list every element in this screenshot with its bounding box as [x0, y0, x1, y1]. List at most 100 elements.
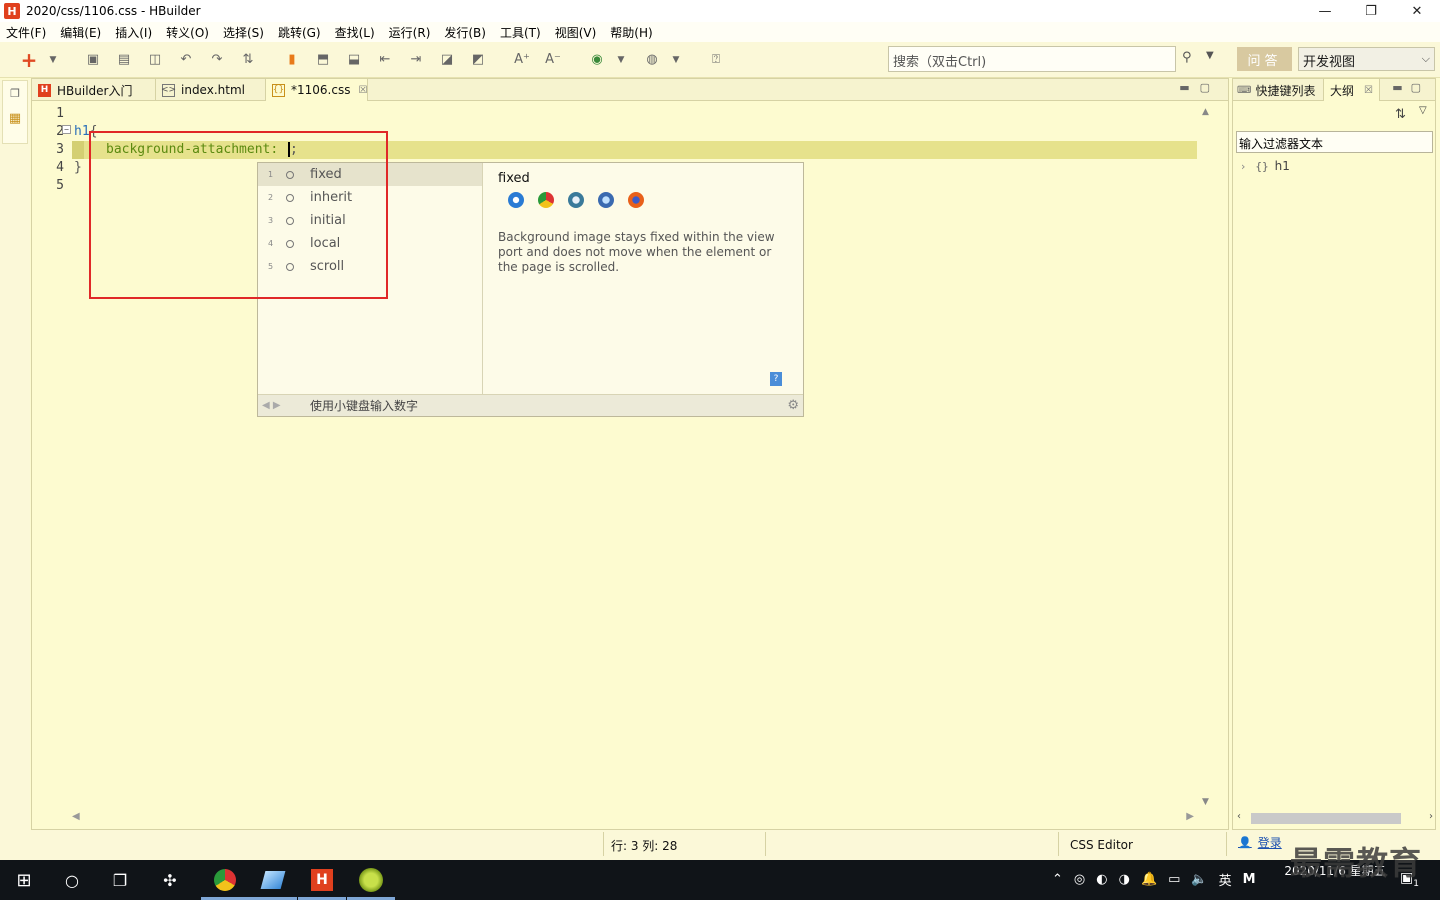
menu-escape[interactable]: 转义(O) — [166, 24, 209, 41]
search-input[interactable]: 搜索（双击Ctrl) — [888, 46, 1176, 72]
menu-insert[interactable]: 插入(I) — [115, 24, 152, 41]
restore-button[interactable]: ❐ — [1348, 0, 1394, 22]
tab-hbuilder-intro[interactable]: H HBuilder入门 — [32, 79, 156, 101]
menu-help[interactable]: 帮助(H) — [610, 24, 652, 41]
expand-chevron-icon[interactable]: › — [1241, 160, 1245, 173]
restore-panel-icon[interactable]: ❐ — [6, 87, 24, 105]
menu-view[interactable]: 视图(V) — [555, 24, 597, 41]
maximize-panel-icon[interactable]: ▢ — [1200, 81, 1220, 94]
undo-icon[interactable]: ↶ — [175, 49, 197, 71]
indent-icon[interactable]: ⇥ — [405, 49, 427, 71]
menu-publish[interactable]: 发行(B) — [444, 24, 486, 41]
autocomplete-item-inherit[interactable]: 2 inherit — [258, 186, 482, 209]
tab-1106-css[interactable]: {} *1106.css ☒ — [266, 79, 368, 101]
outline-tree-item[interactable]: › {} h1 — [1241, 159, 1290, 173]
chrome-icon[interactable] — [211, 866, 239, 894]
scroll-left-icon[interactable]: ‹ — [1237, 811, 1241, 822]
qa-button[interactable]: 问答 — [1237, 47, 1292, 71]
help-book-icon[interactable]: ⍰ — [705, 49, 727, 71]
comment-icon[interactable]: ◪ — [436, 49, 458, 71]
browser-dropdown-icon[interactable]: ▼ — [665, 49, 687, 71]
font-decrease-icon[interactable]: A⁻ — [542, 49, 564, 71]
task-view-icon[interactable]: ❐ — [106, 866, 134, 894]
m-app-icon[interactable]: M — [1243, 872, 1256, 887]
scroll-left-icon[interactable]: ◀ — [72, 811, 80, 822]
new-file-icon[interactable]: + — [18, 48, 40, 72]
menu-file[interactable]: 文件(F) — [6, 24, 46, 41]
menu-goto[interactable]: 跳转(G) — [278, 24, 321, 41]
save-icon[interactable]: ▣ — [82, 49, 104, 71]
qq-icon[interactable]: ◐ — [1096, 872, 1107, 887]
help-book-icon[interactable]: ? — [770, 372, 782, 386]
autocomplete-item-local[interactable]: 4 local — [258, 232, 482, 255]
tab-shortcut-list[interactable]: ⌨ 快捷键列表 — [1237, 79, 1315, 101]
minimize-panel-icon[interactable]: ▬ — [1179, 81, 1199, 94]
menu-find[interactable]: 查找(L) — [335, 24, 375, 41]
hbuilder-file-icon: H — [38, 83, 51, 97]
scrollbar-thumb[interactable] — [1251, 813, 1401, 824]
autocomplete-nav-arrows-icon[interactable]: ◀ ▶ — [262, 400, 310, 411]
horizontal-scrollbar[interactable]: ◀ ▶ — [68, 811, 1198, 825]
search-icon[interactable]: ○ — [58, 866, 86, 894]
scroll-right-icon[interactable]: ▶ — [1186, 811, 1194, 822]
save-all-icon[interactable]: ▤ — [113, 49, 135, 71]
close-tab-icon[interactable]: ☒ — [358, 85, 367, 96]
network-icon[interactable]: ▭ — [1168, 872, 1180, 887]
wechat-icon[interactable]: ◎ — [1074, 872, 1085, 887]
windows-start-icon[interactable]: ⊞ — [10, 866, 38, 894]
qq-icon-2[interactable]: ◑ — [1119, 872, 1130, 887]
uncomment-icon[interactable]: ◩ — [467, 49, 489, 71]
outline-filter-input[interactable]: 输入过滤器文本 — [1236, 131, 1433, 153]
next-bookmark-icon[interactable]: ⬓ — [343, 49, 365, 71]
run-dropdown-icon[interactable]: ▼ — [610, 49, 632, 71]
autocomplete-item-scroll[interactable]: 5 scroll — [258, 255, 482, 278]
minimize-button[interactable]: — — [1302, 0, 1348, 22]
green-app-icon[interactable] — [357, 866, 385, 894]
ime-indicator[interactable]: 英 — [1219, 870, 1232, 889]
outdent-icon[interactable]: ⇤ — [374, 49, 396, 71]
menu-edit[interactable]: 编辑(E) — [60, 24, 101, 41]
outline-horizontal-scrollbar[interactable]: ‹ › — [1237, 811, 1433, 825]
gear-icon[interactable]: ⚙ — [787, 398, 799, 413]
redo-icon[interactable]: ↷ — [206, 49, 228, 71]
prev-bookmark-icon[interactable]: ⬒ — [312, 49, 334, 71]
hbuilder-taskbar-icon[interactable]: H — [308, 866, 336, 894]
scroll-right-icon[interactable]: › — [1429, 811, 1433, 822]
login-link[interactable]: 👤 登录 — [1238, 834, 1282, 851]
project-explorer-icon[interactable]: ▦ — [6, 111, 24, 129]
autocomplete-item-fixed[interactable]: 1 fixed — [258, 163, 482, 186]
minimize-panel-icon[interactable]: ▬ — [1392, 81, 1410, 94]
bell-icon[interactable]: 🔔 — [1141, 872, 1157, 887]
menu-run[interactable]: 运行(R) — [389, 24, 431, 41]
bookmark-icon[interactable]: ▮ — [281, 49, 303, 71]
item-label: initial — [310, 213, 346, 228]
volume-icon[interactable]: 🔈 — [1191, 872, 1207, 887]
value-icon — [286, 170, 294, 179]
autocomplete-item-initial[interactable]: 3 initial — [258, 209, 482, 232]
search-dropdown-icon[interactable]: ▼ — [1206, 50, 1214, 61]
browser-icon[interactable]: ◍ — [641, 49, 663, 71]
sort-icon[interactable]: ⇅ — [1395, 107, 1406, 122]
close-button[interactable]: ✕ — [1394, 0, 1440, 22]
search-icon[interactable]: ⚲ — [1182, 50, 1192, 65]
font-increase-icon[interactable]: A⁺ — [511, 49, 533, 71]
revert-icon[interactable]: ◫ — [144, 49, 166, 71]
view-select[interactable]: 开发视图 ⌵ — [1298, 47, 1435, 71]
tab-outline[interactable]: 大纲 ☒ — [1323, 79, 1380, 101]
vertical-scrollbar[interactable]: ▲ ▼ — [1200, 103, 1214, 809]
maximize-panel-icon[interactable]: ▢ — [1411, 81, 1429, 94]
tab-index-html[interactable]: <> index.html — [156, 79, 266, 101]
run-icon[interactable]: ◉ — [586, 49, 608, 71]
menu-select[interactable]: 选择(S) — [223, 24, 264, 41]
view-menu-icon[interactable]: ▽ — [1419, 105, 1427, 116]
fold-collapse-icon[interactable]: − — [62, 125, 71, 134]
scroll-up-icon[interactable]: ▲ — [1202, 107, 1209, 117]
scroll-down-icon[interactable]: ▼ — [1202, 797, 1209, 807]
format-icon[interactable]: ⇅ — [237, 49, 259, 71]
close-tab-icon[interactable]: ☒ — [1364, 85, 1373, 96]
menu-tools[interactable]: 工具(T) — [500, 24, 541, 41]
tray-expand-icon[interactable]: ⌃ — [1052, 872, 1063, 887]
notepad-icon[interactable] — [259, 866, 287, 894]
pinwheel-app-icon[interactable]: ✣ — [156, 866, 184, 894]
new-dropdown-icon[interactable]: ▼ — [42, 49, 64, 71]
